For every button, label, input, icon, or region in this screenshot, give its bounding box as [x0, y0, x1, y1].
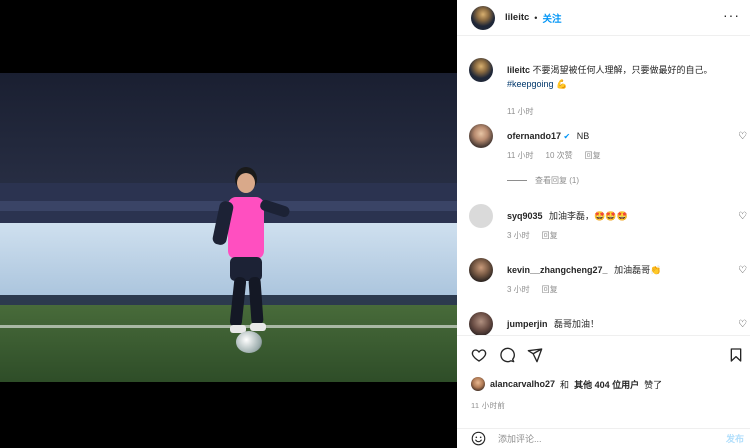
share-icon[interactable]: [527, 347, 543, 363]
liker-avatar[interactable]: [471, 377, 485, 391]
hashtag-link[interactable]: #keepgoing: [507, 79, 554, 89]
view-replies-label[interactable]: 查看回复 (1): [535, 175, 579, 186]
caption-row: lileitc 不要渴望被任何人理解，只要做最好的自己。 #keepgoing …: [469, 58, 739, 116]
caption-time: 11 小时: [507, 107, 534, 116]
caption-text: lileitc 不要渴望被任何人理解，只要做最好的自己。 #keepgoing …: [507, 63, 732, 91]
reply-button[interactable]: 回复: [542, 284, 558, 295]
post-timestamp[interactable]: 11 小时前: [471, 400, 505, 411]
comment-text: kevin__zhangcheng27_ 加油磊哥👏: [507, 263, 732, 277]
football: [236, 331, 262, 353]
likes-conjunction: 和: [560, 379, 570, 390]
comment-likes[interactable]: 10 次赞: [546, 150, 573, 161]
author-avatar[interactable]: [471, 5, 495, 30]
heart-icon[interactable]: ♡: [738, 265, 747, 276]
likes-suffix: 赞了: [644, 379, 663, 390]
comment-text: ofernando17 ✔ NB: [507, 129, 732, 144]
heart-icon[interactable]: ♡: [738, 319, 747, 330]
commenter-avatar[interactable]: [469, 312, 493, 335]
commenter-username[interactable]: jumperjin: [507, 319, 548, 329]
commenter-username[interactable]: syq9035: [507, 211, 543, 221]
post-photo[interactable]: [0, 73, 457, 382]
commenter-username[interactable]: ofernando17: [507, 131, 561, 141]
heart-icon[interactable]: [471, 347, 487, 363]
caption-username[interactable]: lileitc: [507, 65, 530, 75]
more-icon[interactable]: ···: [723, 7, 740, 23]
view-replies-line: [507, 180, 527, 181]
commenter-avatar[interactable]: [469, 258, 493, 282]
follow-button[interactable]: 关注: [542, 11, 561, 25]
comment-text: jumperjin 磊哥加油！: [507, 317, 732, 331]
emoji-icon[interactable]: [471, 431, 486, 446]
caption-avatar[interactable]: [469, 58, 493, 82]
post-actions: alancarvalho27 和 其他 404 位用户 赞了 11 小时前 发布: [457, 335, 750, 448]
verified-icon: ✔: [563, 132, 571, 141]
comment-time: 3 小时: [507, 285, 530, 294]
comments-list[interactable]: lileitc 不要渴望被任何人理解，只要做最好的自己。 #keepgoing …: [457, 48, 750, 335]
reply-button[interactable]: 回复: [542, 230, 558, 241]
comment-meta: 3 小时 回复: [507, 230, 558, 241]
commenter-username[interactable]: kevin__zhangcheng27_: [507, 265, 608, 275]
bookmark-icon[interactable]: [728, 347, 744, 363]
comment-time: 11 小时: [507, 151, 534, 160]
add-comment-bar: 发布: [457, 428, 750, 448]
comment-text: syq9035 加油李磊，🤩🤩🤩: [507, 209, 732, 223]
comment-meta: 3 小时 回复: [507, 284, 558, 295]
comment-item: ofernando17 ✔ NB ♡ 11 小时 10 次赞 回复 查看回复 (…: [469, 124, 747, 188]
commenter-avatar[interactable]: [469, 124, 493, 148]
comment-time: 3 小时: [507, 231, 530, 240]
likes-summary: alancarvalho27 和 其他 404 位用户 赞了: [471, 377, 662, 391]
post-side-panel: lileitc • 关注 ··· lileitc 不要渴望被任何人理解，只要做最…: [457, 0, 750, 448]
comment-item: jumperjin 磊哥加油！ ♡: [469, 312, 747, 335]
heart-icon[interactable]: ♡: [738, 131, 747, 142]
separator-dot: •: [534, 12, 538, 23]
caption-meta: 11 小时: [507, 106, 534, 117]
commenter-avatar[interactable]: [469, 204, 493, 228]
post-header: lileitc • 关注 ···: [457, 0, 750, 36]
comment-icon[interactable]: [499, 347, 515, 363]
comment-meta: 11 小时 10 次赞 回复: [507, 150, 601, 161]
view-replies[interactable]: 查看回复 (1): [507, 175, 579, 186]
comment-input[interactable]: [498, 433, 688, 444]
comment-body: 加油李磊，🤩🤩🤩: [549, 211, 628, 221]
comment-body: NB: [576, 131, 590, 141]
player-figure: [212, 167, 290, 333]
comment-body: 加油磊哥👏: [614, 265, 662, 275]
media-panel: [0, 0, 457, 448]
comment-item: kevin__zhangcheng27_ 加油磊哥👏 ♡ 3 小时 回复: [469, 258, 747, 298]
heart-icon[interactable]: ♡: [738, 211, 747, 222]
caption-body: 不要渴望被任何人理解，只要做最好的自己。: [532, 65, 713, 75]
author-username[interactable]: lileitc: [505, 12, 529, 23]
comment-item: syq9035 加油李磊，🤩🤩🤩 ♡ 3 小时 回复: [469, 204, 747, 244]
likes-others-link[interactable]: 其他 404 位用户: [574, 378, 639, 391]
liker-username[interactable]: alancarvalho27: [490, 379, 555, 389]
action-icons: [471, 347, 543, 363]
caption-emoji: 💪: [556, 79, 568, 89]
comment-body: 磊哥加油！: [554, 319, 600, 329]
reply-button[interactable]: 回复: [585, 150, 601, 161]
post-comment-button[interactable]: 发布: [726, 432, 744, 445]
